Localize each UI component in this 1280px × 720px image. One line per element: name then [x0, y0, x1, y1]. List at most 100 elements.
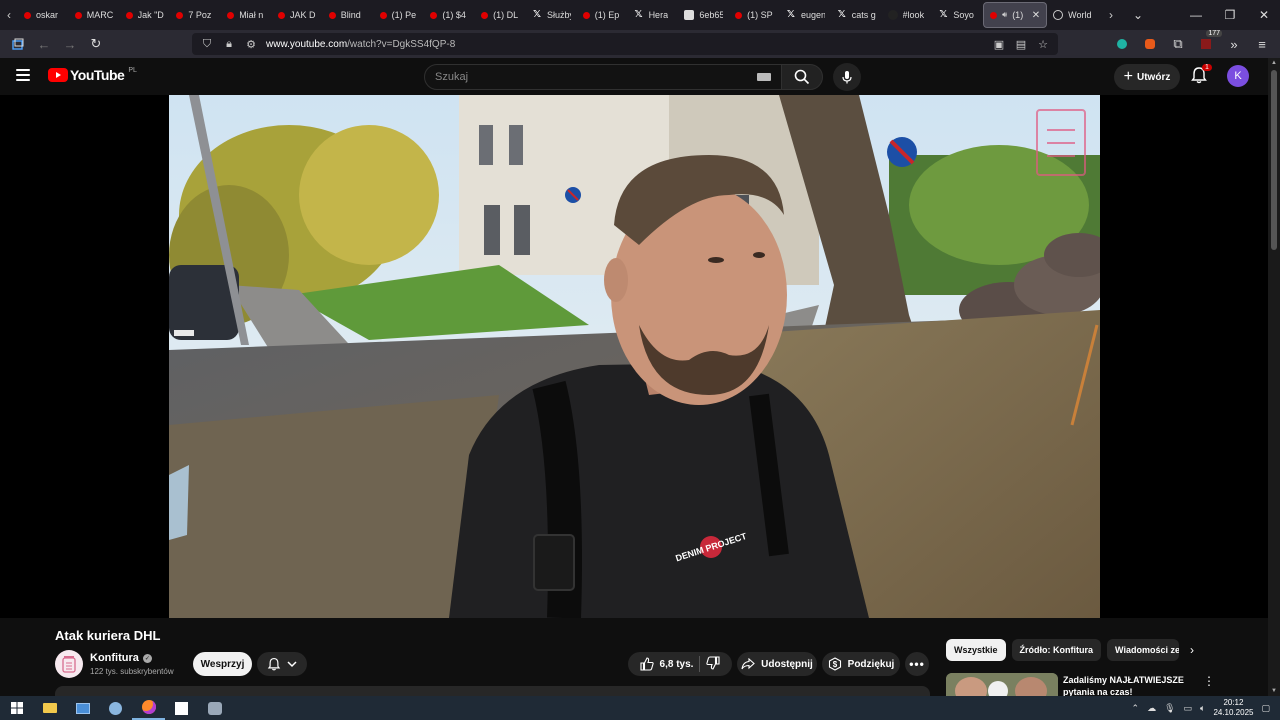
forward-icon[interactable]: →	[60, 34, 80, 54]
browser-tab[interactable]: (1) Pe	[374, 2, 425, 28]
browser-tab[interactable]: MARC	[69, 2, 120, 28]
more-actions-button[interactable]: •••	[905, 652, 929, 676]
reader-view-icon[interactable]: ▤	[1014, 38, 1028, 51]
video-frame[interactable]: DENIM PROJECT	[169, 95, 1100, 618]
reload-icon[interactable]: ↻	[86, 34, 106, 54]
browser-tab[interactable]: Miał n	[221, 2, 272, 28]
file-explorer-icon[interactable]	[33, 696, 66, 720]
page-scrollbar[interactable]: ▲ ▼	[1268, 58, 1280, 696]
youtube-icon	[176, 11, 184, 19]
shield-icon[interactable]: ⛉	[200, 38, 214, 51]
tab-list-dropdown-icon[interactable]: ⌄	[1122, 0, 1154, 30]
channel-avatar[interactable]	[55, 650, 83, 678]
browser-tab[interactable]: 7 Poz	[170, 2, 221, 28]
computer-app-icon[interactable]	[66, 696, 99, 720]
minimize-icon[interactable]: —	[1180, 0, 1212, 30]
close-window-icon[interactable]: ✕	[1248, 0, 1280, 30]
browser-tab[interactable]: 6eb65	[678, 2, 729, 28]
browser-tab[interactable]: (1) SP	[729, 2, 780, 28]
video-player[interactable]: DENIM PROJECT	[0, 95, 1268, 618]
recommendation-title[interactable]: Zadaliśmy NAJŁATWIEJSZE pytania na czas!	[1063, 674, 1193, 696]
browser-tab[interactable]: Jak "D	[120, 2, 171, 28]
browser-tab[interactable]: Blind	[323, 2, 374, 28]
steam-icon[interactable]	[99, 696, 132, 720]
browser-tab[interactable]: (1) $4	[424, 2, 475, 28]
browser-tab[interactable]: (1) DL	[475, 2, 526, 28]
youtube-header: YouTube PL Szukaj + Utwórz 1 K	[0, 58, 1268, 95]
tab-scroll-left-icon[interactable]: ‹	[0, 0, 18, 30]
browser-tab[interactable]: oskar	[18, 2, 69, 28]
browser-tab[interactable]: #look	[882, 2, 933, 28]
tab-scroll-right-icon[interactable]: ›	[1102, 0, 1120, 30]
voice-search-button[interactable]	[833, 63, 861, 91]
bookmark-star-icon[interactable]: ☆	[1036, 38, 1050, 51]
support-button[interactable]: Wesprzyj	[193, 652, 252, 676]
app-menu-icon[interactable]: ≡	[1252, 34, 1272, 54]
like-divider	[699, 656, 701, 672]
chip-from-channel[interactable]: Źródło: Konfitura	[1011, 639, 1102, 661]
chip-all[interactable]: Wszystkie	[946, 639, 1006, 661]
cloud-icon[interactable]: ☁	[1147, 703, 1156, 714]
overflow-chevrons-icon[interactable]: »	[1224, 34, 1244, 54]
browser-tab[interactable]: 𝕏 Służby	[526, 2, 577, 28]
scroll-up-arrow-icon[interactable]: ▲	[1270, 60, 1278, 66]
account-avatar[interactable]: K	[1227, 65, 1249, 87]
firefox-icon[interactable]	[132, 696, 165, 720]
dislike-button[interactable]	[706, 655, 721, 673]
browser-tab[interactable]: JAK D	[272, 2, 323, 28]
guide-menu-icon[interactable]	[16, 69, 30, 81]
search-input[interactable]: Szukaj	[424, 64, 782, 90]
volume-icon[interactable]: 🔈︎	[1200, 703, 1205, 714]
tab-title: Soyo	[953, 10, 974, 20]
tab-audio-icon[interactable]: 🔊︎	[1002, 10, 1007, 20]
microphone-tray-icon[interactable]: 🎙︎	[1164, 703, 1175, 714]
network-icon[interactable]: ▭	[1184, 703, 1193, 714]
ublock-extension-icon[interactable]: 177	[1196, 30, 1222, 54]
url-text[interactable]: www.youtube.com/watch?v=DgkSS4fQP-8	[266, 39, 984, 50]
notifications-tray-icon[interactable]: ▢	[1261, 703, 1270, 714]
vpn-extension-icon[interactable]	[1112, 34, 1132, 54]
back-icon[interactable]: ←	[34, 34, 54, 54]
notion-icon[interactable]	[165, 696, 198, 720]
url-bar[interactable]: ⛉ 🔒︎ ⚙ www.youtube.com/watch?v=DgkSS4fQP…	[192, 33, 1058, 55]
windows-start-icon[interactable]	[0, 696, 33, 720]
lock-icon[interactable]: 🔒︎	[222, 38, 236, 51]
recommendation-more-icon[interactable]: ⋮	[1203, 674, 1215, 688]
browser-tab[interactable]: 𝕏 Soyo	[932, 2, 983, 28]
extensions-puzzle-icon[interactable]: ⧉	[1168, 34, 1188, 54]
recommendation-thumbnail[interactable]	[946, 673, 1058, 696]
browser-nav-bar: ← → ↻ ⛉ 🔒︎ ⚙ www.youtube.com/watch?v=Dgk…	[0, 30, 1280, 58]
browser-tab[interactable]: 🔊︎ (1) ✕	[983, 2, 1048, 28]
share-label: Udostępnij	[761, 658, 813, 670]
browser-tab[interactable]: World	[1047, 2, 1098, 28]
scrollbar-thumb[interactable]	[1271, 70, 1277, 250]
browser-tab[interactable]: (1) Ep	[577, 2, 628, 28]
share-button[interactable]: Udostępnij	[737, 652, 817, 676]
subscription-notifications-button[interactable]	[257, 652, 307, 676]
like-button[interactable]: 6,8 tys.	[639, 657, 693, 671]
thanks-button[interactable]: $ Podziękuj	[822, 652, 900, 676]
tab-title: (1)	[1012, 10, 1024, 20]
channel-name-link[interactable]: Konfitura ✓	[90, 652, 152, 664]
search-button[interactable]	[781, 64, 823, 90]
fox-extension-icon[interactable]	[1140, 34, 1160, 54]
youtube-logo[interactable]: YouTube PL	[48, 67, 137, 83]
clock[interactable]: 20:12 24.10.2025	[1213, 698, 1253, 718]
game-app-icon[interactable]	[198, 696, 231, 720]
tray-overflow-chevron-icon[interactable]: ⌃	[1132, 703, 1140, 714]
keyboard-icon[interactable]	[757, 73, 771, 81]
sidebar-toggle-icon[interactable]	[8, 34, 28, 54]
create-button[interactable]: + Utwórz	[1114, 64, 1180, 90]
restore-icon[interactable]: ❐	[1214, 0, 1246, 30]
picture-in-picture-icon[interactable]: ▣	[992, 38, 1006, 51]
thanks-label: Podziękuj	[847, 658, 895, 670]
browser-tab[interactable]: 𝕏eugen	[780, 2, 831, 28]
scroll-down-arrow-icon[interactable]: ▼	[1270, 688, 1278, 694]
notifications-button[interactable]: 1	[1190, 64, 1212, 86]
chips-next-chevron-icon[interactable]: ›	[1190, 643, 1194, 657]
tab-close-icon[interactable]: ✕	[1032, 10, 1040, 21]
permissions-icon[interactable]: ⚙	[244, 38, 258, 51]
browser-tab[interactable]: 𝕏cats g	[831, 2, 882, 28]
chip-news[interactable]: Wiadomości ze ś	[1107, 639, 1180, 661]
browser-tab[interactable]: 𝕏 Hera	[628, 2, 679, 28]
